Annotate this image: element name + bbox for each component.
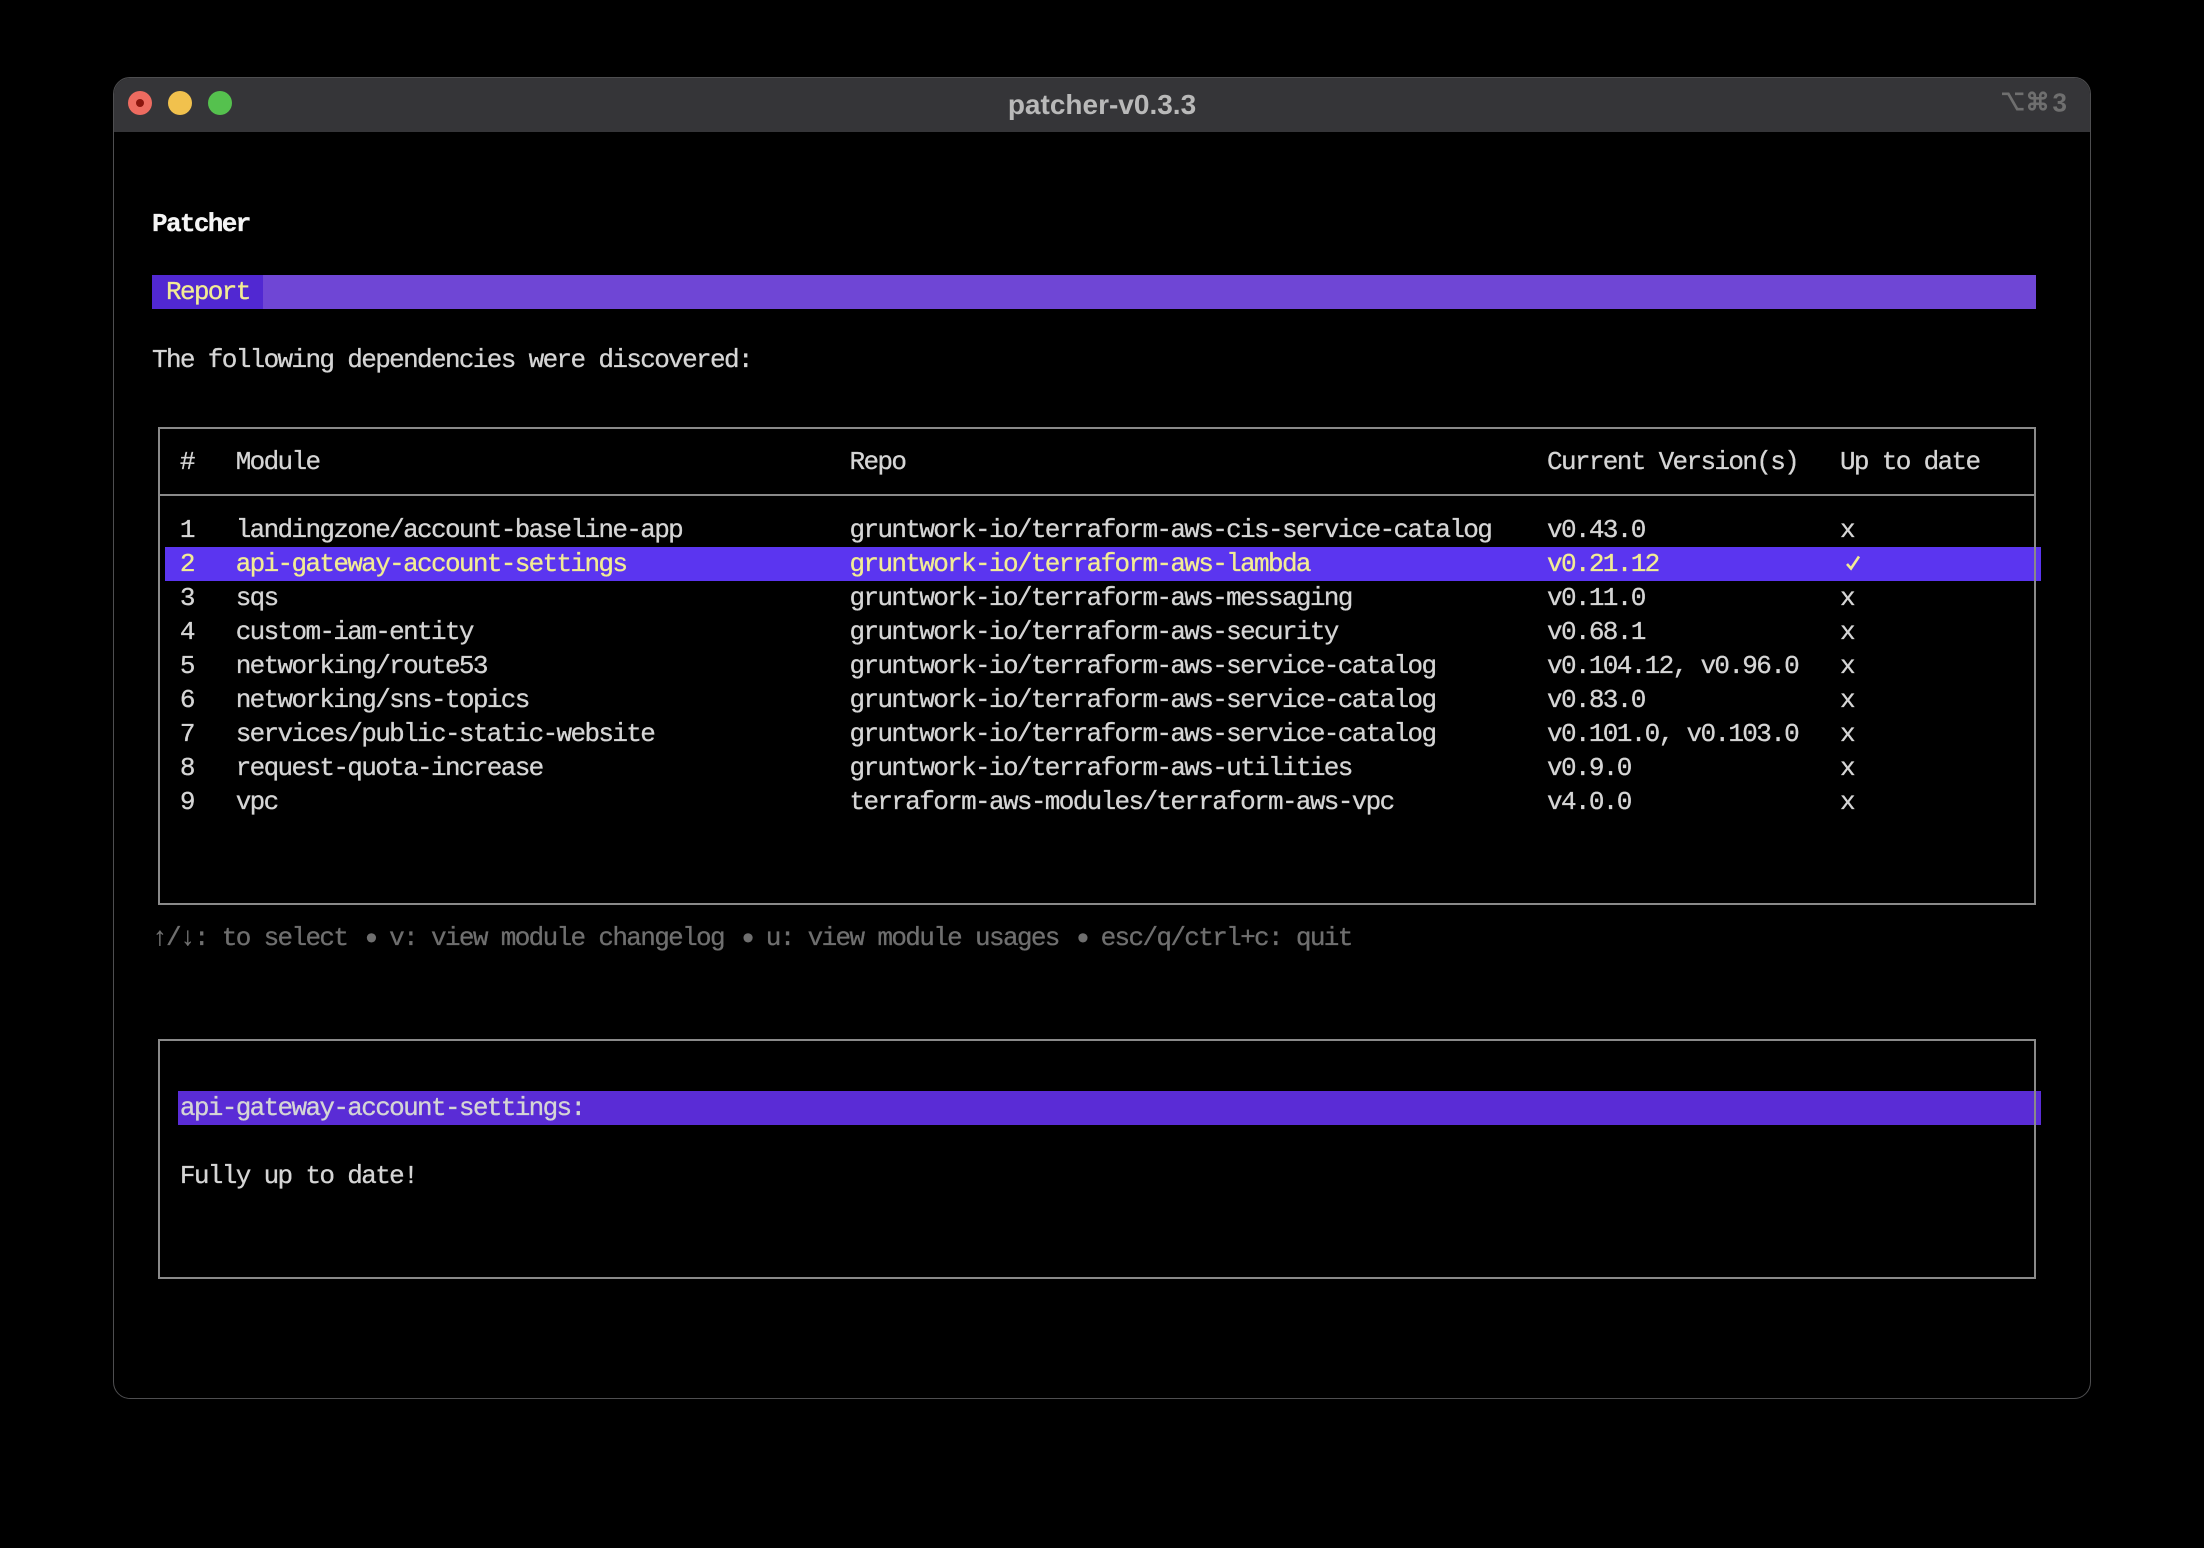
svg-text:3: 3	[2053, 91, 2067, 118]
